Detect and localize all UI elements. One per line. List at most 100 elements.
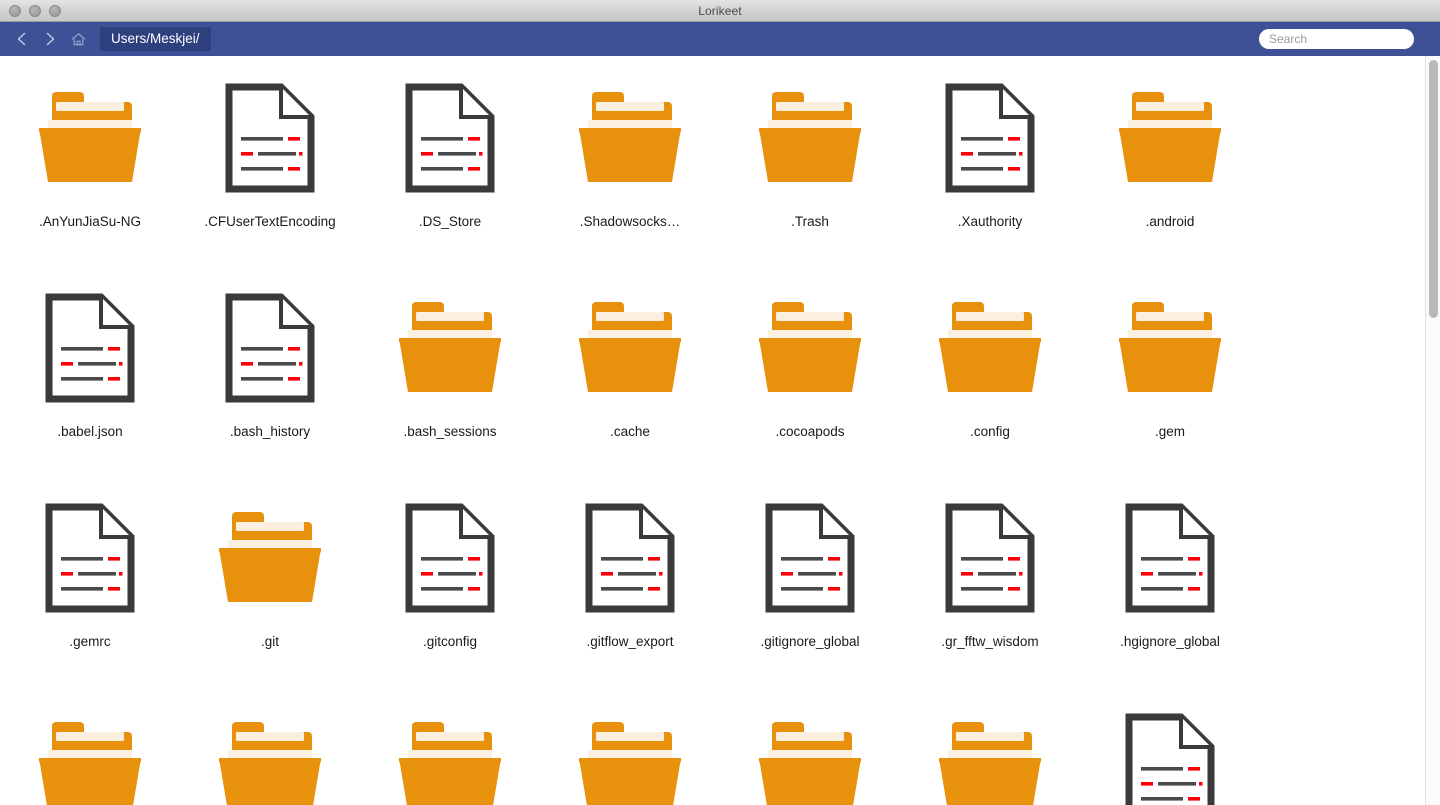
- folder-icon: [935, 710, 1045, 805]
- folder-icon: [575, 290, 685, 406]
- chevron-right-icon: [42, 31, 58, 47]
- document-icon: [395, 500, 505, 616]
- file-label: .DS_Store: [418, 214, 482, 229]
- file-grid-empty-cell: [1260, 280, 1425, 490]
- file-label: .CFUserTextEncoding: [204, 214, 336, 229]
- folder-item[interactable]: [0, 700, 180, 805]
- file-item[interactable]: .gitflow_export: [540, 490, 720, 700]
- navigation-bar: Users/Meskjei/: [0, 22, 1440, 56]
- file-grid: .AnYunJiaSu-NG .CFUserTextEncoding .DS_Sto…: [0, 56, 1425, 805]
- folder-item[interactable]: .Shadowsocks…: [540, 70, 720, 280]
- file-label: .babel.json: [57, 424, 123, 439]
- file-item[interactable]: .bash_history: [180, 280, 360, 490]
- vertical-scrollbar[interactable]: [1425, 56, 1440, 805]
- document-icon: [35, 290, 145, 406]
- minimize-button[interactable]: [29, 4, 41, 17]
- file-item[interactable]: .Xauthority: [900, 70, 1080, 280]
- file-item[interactable]: .gitignore_global: [720, 490, 900, 700]
- file-label: .gemrc: [69, 634, 111, 649]
- folder-item[interactable]: .git: [180, 490, 360, 700]
- file-label: .config: [970, 424, 1010, 439]
- home-button[interactable]: [64, 25, 92, 53]
- document-icon: [575, 500, 685, 616]
- document-icon: [1115, 500, 1225, 616]
- traffic-lights: [0, 4, 61, 17]
- file-label: .gitconfig: [422, 634, 478, 649]
- document-icon: [935, 500, 1045, 616]
- folder-icon: [395, 710, 505, 805]
- folder-icon: [35, 710, 145, 805]
- chevron-left-icon: [14, 31, 30, 47]
- folder-item[interactable]: .cache: [540, 280, 720, 490]
- file-label: .Trash: [791, 214, 829, 229]
- file-label: .Shadowsocks…: [579, 214, 681, 229]
- search-container: [1259, 29, 1414, 49]
- file-grid-empty-cell: [1260, 490, 1425, 700]
- file-item[interactable]: .CFUserTextEncoding: [180, 70, 360, 280]
- file-label: .gr_fftw_wisdom: [941, 634, 1039, 649]
- folder-icon: [1115, 80, 1225, 196]
- file-label: .Xauthority: [957, 214, 1023, 229]
- file-grid-empty-cell: [1260, 70, 1425, 280]
- folder-item[interactable]: [180, 700, 360, 805]
- folder-icon: [575, 80, 685, 196]
- folder-item[interactable]: [540, 700, 720, 805]
- folder-item[interactable]: .Trash: [720, 70, 900, 280]
- zoom-button[interactable]: [49, 4, 61, 17]
- document-icon: [35, 500, 145, 616]
- folder-item[interactable]: .AnYunJiaSu-NG: [0, 70, 180, 280]
- file-item[interactable]: [1080, 700, 1260, 805]
- file-item[interactable]: .gr_fftw_wisdom: [900, 490, 1080, 700]
- file-label: .git: [260, 634, 279, 649]
- file-item[interactable]: .DS_Store: [360, 70, 540, 280]
- document-icon: [1115, 710, 1225, 805]
- file-label: .android: [1145, 214, 1195, 229]
- folder-icon: [575, 710, 685, 805]
- file-item[interactable]: .hgignore_global: [1080, 490, 1260, 700]
- folder-icon: [1115, 290, 1225, 406]
- folder-item[interactable]: [720, 700, 900, 805]
- folder-item[interactable]: .cocoapods: [720, 280, 900, 490]
- folder-item[interactable]: .android: [1080, 70, 1260, 280]
- folder-icon: [35, 80, 145, 196]
- document-icon: [755, 500, 865, 616]
- file-item[interactable]: .gemrc: [0, 490, 180, 700]
- file-label: .cocoapods: [775, 424, 845, 439]
- document-icon: [935, 80, 1045, 196]
- scrollbar-thumb[interactable]: [1429, 60, 1438, 318]
- file-label: .cache: [610, 424, 650, 439]
- folder-icon: [755, 290, 865, 406]
- file-label: .AnYunJiaSu-NG: [38, 214, 142, 229]
- window-title: Lorikeet: [698, 3, 742, 18]
- home-icon: [70, 31, 87, 48]
- folder-icon: [935, 290, 1045, 406]
- file-label: .gem: [1154, 424, 1185, 439]
- file-label: .hgignore_global: [1120, 634, 1220, 649]
- file-item[interactable]: .gitconfig: [360, 490, 540, 700]
- document-icon: [215, 80, 325, 196]
- breadcrumb[interactable]: Users/Meskjei/: [100, 26, 211, 52]
- folder-icon: [395, 290, 505, 406]
- file-manager-window: Lorikeet Users/Meskjei/ Search .AnYunJia…: [0, 0, 1440, 805]
- folder-item[interactable]: .bash_sessions: [360, 280, 540, 490]
- file-label: .gitflow_export: [586, 634, 674, 649]
- search-input[interactable]: [1259, 29, 1414, 49]
- document-icon: [395, 80, 505, 196]
- file-label: .bash_history: [229, 424, 311, 439]
- back-button[interactable]: [8, 25, 36, 53]
- file-label: .gitignore_global: [760, 634, 860, 649]
- folder-icon: [755, 80, 865, 196]
- content-area: .AnYunJiaSu-NG .CFUserTextEncoding .DS_Sto…: [0, 56, 1440, 805]
- folder-item[interactable]: [900, 700, 1080, 805]
- close-button[interactable]: [9, 4, 21, 17]
- folder-item[interactable]: .gem: [1080, 280, 1260, 490]
- forward-button[interactable]: [36, 25, 64, 53]
- folder-item[interactable]: .config: [900, 280, 1080, 490]
- folder-icon: [215, 710, 325, 805]
- file-label: .bash_sessions: [403, 424, 497, 439]
- folder-icon: [215, 500, 325, 616]
- file-grid-empty-cell: [1260, 700, 1425, 805]
- title-bar: Lorikeet: [0, 0, 1440, 22]
- file-item[interactable]: .babel.json: [0, 280, 180, 490]
- folder-item[interactable]: [360, 700, 540, 805]
